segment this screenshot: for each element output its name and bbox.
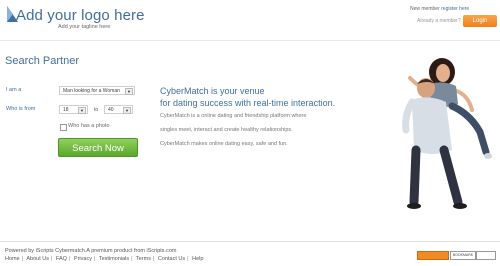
who-is-from-label: Who is from	[6, 106, 36, 112]
footer-link-about-us[interactable]: About Us	[26, 256, 49, 262]
footer-divider	[0, 241, 500, 242]
couple-photo	[402, 58, 492, 209]
footer-nav: Home | About Us | FAQ | Privacy | Testimonia…	[5, 256, 204, 262]
footer-link-help[interactable]: Help	[192, 256, 203, 262]
search-partner-title: Search Partner	[5, 55, 79, 67]
header-divider	[0, 40, 500, 41]
age-to-select[interactable]: 40 ▼	[104, 105, 133, 114]
chevron-down-icon: ▼	[125, 88, 133, 95]
new-member-label: New member	[410, 6, 440, 12]
age-to-value: 40	[108, 107, 114, 113]
footer-link-privacy[interactable]: Privacy	[74, 256, 92, 262]
i-am-label: I am a	[6, 87, 22, 93]
new-member-text: New member register here	[410, 6, 469, 12]
chevron-down-icon: ▼	[78, 107, 86, 114]
chevron-down-icon: ▼	[123, 107, 131, 114]
bookmark-badge[interactable]: BOOKMARK	[450, 251, 476, 260]
age-from-select[interactable]: 18 ▼	[59, 105, 88, 114]
footer-link-testimonials[interactable]: Testimonials	[99, 256, 129, 262]
has-photo-checkbox[interactable]	[60, 124, 67, 131]
logo-text[interactable]: Add your logo here	[16, 7, 145, 24]
pitch-line3: CyberMatch makes online dating easy, saf…	[160, 141, 288, 147]
looking-for-select[interactable]: Man looking for a Woman ▼	[59, 86, 135, 95]
to-label: to	[94, 107, 99, 113]
login-button[interactable]: Login	[463, 15, 497, 27]
has-photo-label: Who has a photo	[68, 123, 110, 129]
age-from-value: 18	[63, 107, 69, 113]
share-badge[interactable]	[476, 251, 496, 260]
pitch-line1: CyberMatch is a online dating and friend…	[160, 113, 307, 119]
header: Add your logo here Add your tagline here…	[0, 0, 500, 38]
looking-for-value: Man looking for a Woman	[63, 88, 120, 94]
validator-badge[interactable]	[417, 251, 449, 260]
powered-by-text: Powered by iScripts Cybermatch.A premium…	[5, 248, 177, 254]
pitch-heading-line2: for dating success with real-time intera…	[160, 98, 336, 108]
tagline: Add your tagline here	[58, 24, 111, 30]
footer-link-contact-us[interactable]: Contact Us	[158, 256, 185, 262]
already-member-text: Already a member?	[417, 18, 461, 24]
footer-link-faq[interactable]: FAQ	[56, 256, 67, 262]
search-now-button[interactable]: Search Now	[58, 138, 138, 157]
register-link[interactable]: register here	[441, 6, 469, 12]
pitch-line2: singles meet, interact and create health…	[160, 127, 293, 133]
footer-link-terms[interactable]: Terms	[136, 256, 151, 262]
pitch-heading-line1: CyberMatch is your venue	[160, 86, 265, 96]
footer-link-home[interactable]: Home	[5, 256, 20, 262]
